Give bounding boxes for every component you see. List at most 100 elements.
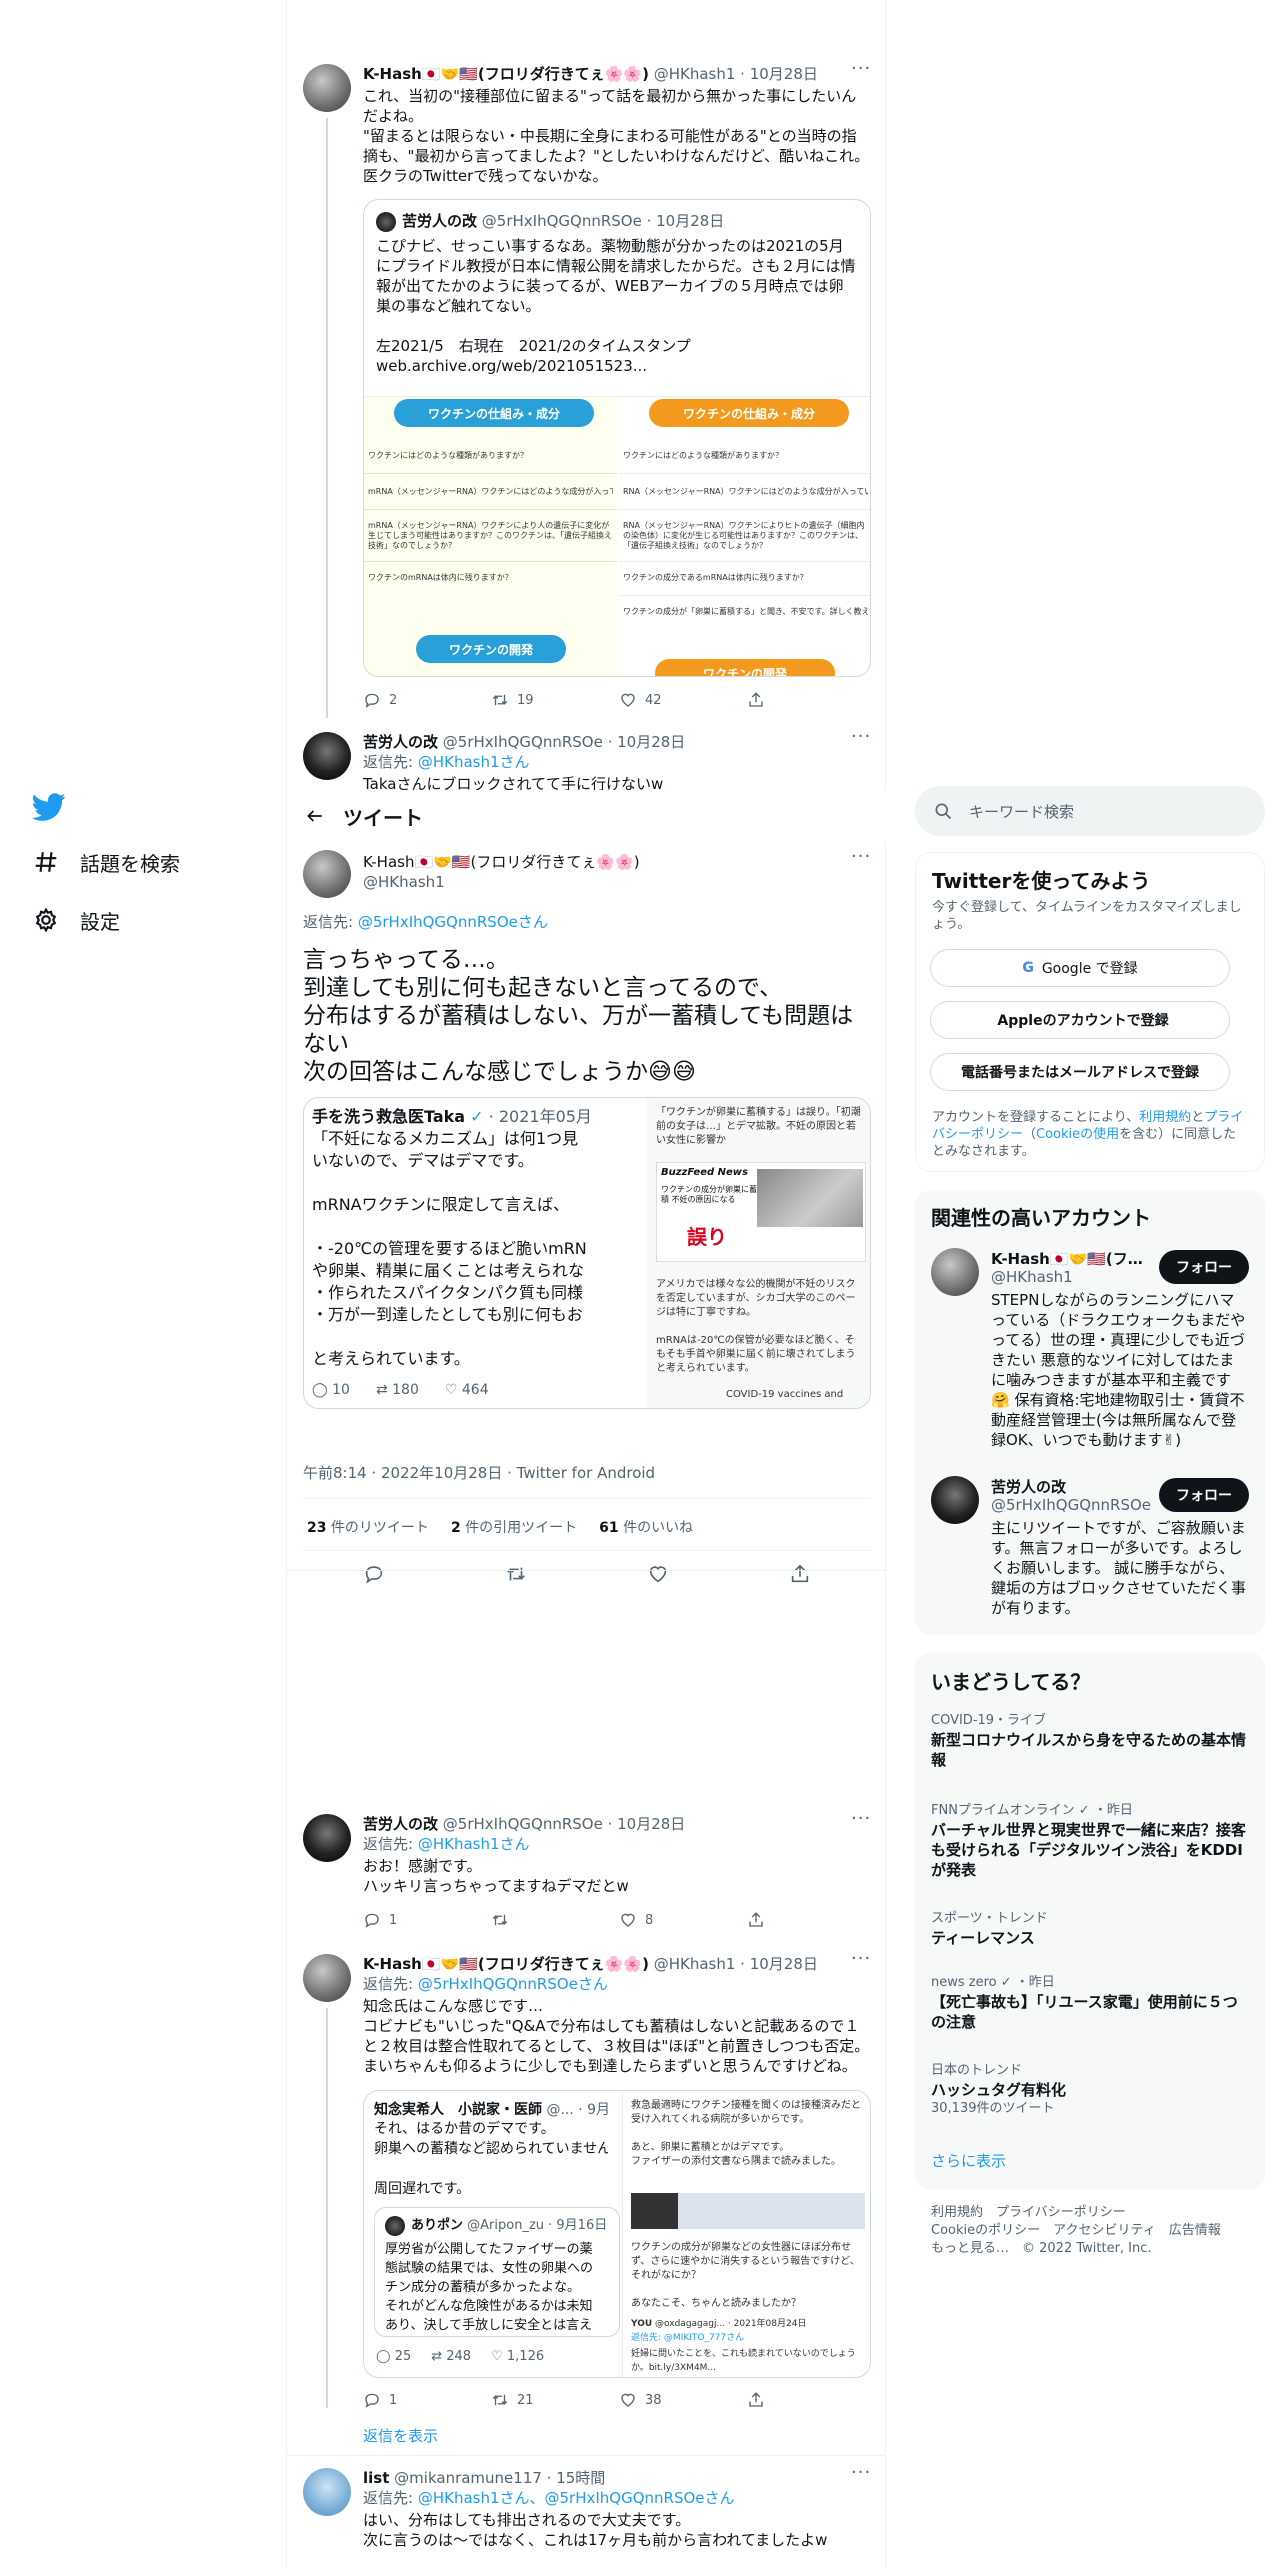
quotes-stat[interactable]: 2 件の引用ツイート xyxy=(451,1517,577,1537)
account-card[interactable]: K-Hash🇯🇵🤝🇺🇸(フ… @HKhash1 フォロー STEPNしながらのラ… xyxy=(931,1248,1249,1449)
article-link: COVID-19 vaccines and xyxy=(726,1389,844,1400)
twitter-logo-icon[interactable] xyxy=(32,790,66,824)
author-handle[interactable]: @HKhash1 xyxy=(363,872,871,892)
avatar xyxy=(376,211,396,232)
reply-prefix: 返信先: xyxy=(363,1975,418,1993)
like-button[interactable]: 42 xyxy=(619,690,699,710)
author-name[interactable]: K-Hash🇯🇵🤝🇺🇸(フロリダ行きてぇ🌸🌸) xyxy=(363,852,871,872)
avatar[interactable] xyxy=(931,1248,979,1296)
heart-icon xyxy=(619,691,637,709)
share-button[interactable] xyxy=(747,2390,827,2410)
heart-icon[interactable] xyxy=(647,1563,669,1585)
sidebar-footer[interactable]: 利用規約 プライバシーポリシー Cookieのポリシー アクセシビリティ 広告情… xyxy=(931,2204,1251,2258)
more-icon[interactable]: ··· xyxy=(851,848,871,872)
quote-image[interactable]: ワクチンの仕組み・成分 ワクチンにはどのような種類がありますか？ mRNA（メッ… xyxy=(364,396,870,676)
author-handle[interactable]: @5rHxIhQGQnnRSOe · 10月28日 xyxy=(443,1815,686,1833)
nav-explore[interactable]: 話題を検索 xyxy=(30,842,180,882)
quote-link[interactable]: web.archive.org/web/2021051523... xyxy=(376,356,858,376)
author-name[interactable]: K-Hash🇯🇵🤝🇺🇸(フロリダ行きてぇ🌸🌸) xyxy=(363,65,649,83)
phone-signup-button[interactable]: 電話番号またはメールアドレスで登録 xyxy=(930,1053,1230,1091)
focused-tweet: K-Hash🇯🇵🤝🇺🇸(フロリダ行きてぇ🌸🌸) @HKhash1 ··· 返信先… xyxy=(287,842,887,1585)
author-name[interactable]: 苦労人の改 xyxy=(363,733,438,751)
reply-button[interactable]: 2 xyxy=(363,690,443,710)
account-handle[interactable]: @HKhash1 xyxy=(991,1268,1073,1286)
reply-tweet[interactable]: list @mikanramune117 · 15時間 ··· 返信先: @HK… xyxy=(287,2464,887,2568)
avatar[interactable] xyxy=(931,1476,979,1524)
reply-button[interactable]: 1 xyxy=(363,1910,443,1930)
nav-settings[interactable]: 設定 xyxy=(30,900,120,940)
account-name[interactable]: 苦労人の改 xyxy=(991,1476,1066,1497)
avatar[interactable] xyxy=(303,732,351,780)
trend-item[interactable]: FNNプライムオンライン ✓ ・昨日 バーチャル世界と現実世界で一緒に来店？接客… xyxy=(931,1802,1249,1880)
show-replies-link[interactable]: 返信を表示 xyxy=(363,2425,438,2446)
trend-item[interactable]: スポーツ・トレンド ティーレマンス xyxy=(931,1910,1249,1948)
thread-line xyxy=(326,118,328,718)
quote-left-image: 知念実希人 小説家・医師 @... · 9月 それ、はるか昔のデマです。 卵巣へ… xyxy=(364,2091,620,2377)
thread-tweet[interactable]: K-Hash🇯🇵🤝🇺🇸(フロリダ行きてぇ🌸🌸) @HKhash1 · 10月28… xyxy=(287,60,887,720)
avatar[interactable] xyxy=(303,2468,351,2516)
retweet-button[interactable] xyxy=(491,1910,571,1930)
reply-button[interactable]: 1 xyxy=(363,2390,443,2410)
retweets-stat[interactable]: 23 件のリツイート xyxy=(307,1517,429,1537)
apple-signup-button[interactable]: Appleのアカウントで登録 xyxy=(930,1001,1230,1039)
reply-mention[interactable]: @5rHxIhQGQnnRSOeさん xyxy=(358,913,548,931)
like-button[interactable]: 8 xyxy=(619,1910,699,1930)
author-handle[interactable]: @mikanramune117 · 15時間 xyxy=(394,2469,605,2487)
more-icon[interactable]: ··· xyxy=(851,728,871,752)
author-handle[interactable]: @HKhash1 · 10月28日 xyxy=(654,1955,818,1973)
author-handle[interactable]: @HKhash1 · 10月28日 xyxy=(654,65,818,83)
more-icon[interactable]: ··· xyxy=(851,60,871,84)
cookie-link[interactable]: Cookieの使用 xyxy=(1036,1127,1119,1142)
author-handle[interactable]: @5rHxIhQGQnnRSOe · 10月28日 xyxy=(443,733,686,751)
retweet-button[interactable]: 19 xyxy=(491,690,571,710)
avatar[interactable] xyxy=(303,1814,351,1862)
author-name[interactable]: K-Hash🇯🇵🤝🇺🇸(フロリダ行きてぇ🌸🌸) xyxy=(363,1955,649,1973)
reply-tweet[interactable]: K-Hash🇯🇵🤝🇺🇸(フロリダ行きてぇ🌸🌸) @HKhash1 · 10月28… xyxy=(287,1950,887,2420)
retweet-icon[interactable] xyxy=(505,1563,527,1585)
reply-mention[interactable]: @HKhash1さん xyxy=(418,1835,530,1853)
share-button[interactable] xyxy=(747,1910,827,1930)
retweet-button[interactable]: 21 xyxy=(491,2390,571,2410)
search-box[interactable]: キーワード検索 xyxy=(915,786,1265,836)
more-icon[interactable]: ··· xyxy=(851,1950,871,1974)
follow-button[interactable]: フォロー xyxy=(1159,1250,1249,1284)
more-icon[interactable]: ··· xyxy=(851,2464,871,2488)
thread-tweet[interactable]: 苦労人の改 @5rHxIhQGQnnRSOe · 10月28日 ··· 返信先:… xyxy=(287,728,887,790)
like-button[interactable]: 38 xyxy=(619,2390,699,2410)
account-card[interactable]: 苦労人の改 @5rHxIhQGQnnRSOe フォロー 主にリツイートですが、ご… xyxy=(931,1476,1249,1626)
back-button[interactable] xyxy=(287,806,343,826)
account-handle[interactable]: @5rHxIhQGQnnRSOe xyxy=(991,1496,1151,1514)
account-name[interactable]: K-Hash🇯🇵🤝🇺🇸(フ… xyxy=(991,1248,1143,1269)
reply-mention[interactable]: @HKhash1さん xyxy=(418,753,530,771)
brand-label: BuzzFeed News xyxy=(661,1167,748,1178)
avatar[interactable] xyxy=(303,64,351,112)
terms-link[interactable]: 利用規約 xyxy=(1139,1110,1191,1125)
tweet-timestamp[interactable]: 午前8:14 · 2022年10月28日 · Twitter for Andro… xyxy=(303,1462,655,1483)
google-signup-button[interactable]: G Google で登録 xyxy=(930,949,1230,987)
reply-mention[interactable]: @5rHxIhQGQnnRSOeさん xyxy=(418,1975,608,1993)
avatar[interactable] xyxy=(303,1954,351,2002)
quote-card[interactable]: 苦労人の改 @5rHxIhQGQnnRSOe · 10月28日 こぴナビ、せっこ… xyxy=(363,199,871,677)
screenshot-user-handle: @oxdagagagj... · 2021年08月24日 xyxy=(655,2319,807,2329)
tweet-text: 知念氏はこんな感じです… コビナビも"いじった"Q&Aで分布はしても蓄積はしない… xyxy=(363,1997,870,2075)
share-button[interactable] xyxy=(747,690,827,710)
divider xyxy=(619,595,870,596)
reply-icon[interactable] xyxy=(363,1563,385,1585)
quote-card[interactable]: 知念実希人 小説家・医師 @... · 9月 それ、はるか昔のデマです。 卵巣へ… xyxy=(363,2090,871,2378)
quote-card[interactable]: 手を洗う救急医Taka ✓ · 2021年05月 「不妊になるメカニズム」は何1… xyxy=(303,1097,871,1409)
trend-item[interactable]: COVID-19・ライブ 新型コロナウイルスから身を守るための基本情報 xyxy=(931,1712,1249,1770)
author-name[interactable]: 苦労人の改 xyxy=(363,1815,438,1833)
follow-button[interactable]: フォロー xyxy=(1159,1478,1249,1512)
trend-item[interactable]: news zero ✓ ・昨日 【死亡事故も】「リユース家電」使用前に５つの注意 xyxy=(931,1974,1249,2032)
likes-stat[interactable]: 61 件のいいね xyxy=(599,1517,693,1537)
share-icon[interactable] xyxy=(789,1563,811,1585)
show-more-link[interactable]: さらに表示 xyxy=(931,2150,1006,2171)
more-icon[interactable]: ··· xyxy=(851,1810,871,1834)
reply-tweet[interactable]: 苦労人の改 @5rHxIhQGQnnRSOe · 10月28日 ··· 返信先:… xyxy=(287,1810,887,1935)
trend-item[interactable]: 日本のトレンド ハッシュタグ有料化 30,139件のツイート xyxy=(931,2062,1249,2118)
tweet-text: おお！感謝です。 ハッキリ言っちゃってますねデマだとw xyxy=(363,1857,629,1895)
reply-mention[interactable]: @HKhash1さん、@5rHxIhQGQnnRSOeさん xyxy=(418,2489,735,2507)
avatar[interactable] xyxy=(303,850,351,898)
author-name[interactable]: list xyxy=(363,2469,389,2487)
reply-stat: ◯ 25 xyxy=(376,2349,412,2364)
